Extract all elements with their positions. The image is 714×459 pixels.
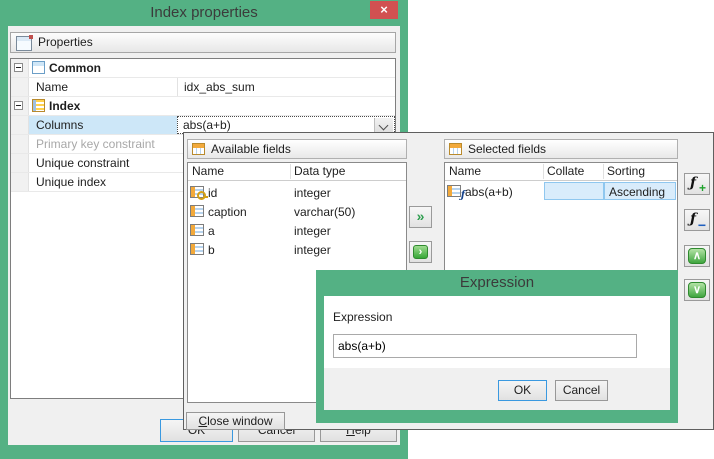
properties-header-bar: Properties <box>10 32 396 53</box>
arrow-down-icon: ∨ <box>688 282 706 298</box>
property-row-name[interactable]: Name idx_abs_sum <box>11 78 395 97</box>
move-down-button[interactable]: ∨ <box>684 279 710 301</box>
available-list-header: Name Data type <box>188 163 406 181</box>
property-name: Unique index <box>36 175 106 189</box>
expression-dialog: Expression Expression OK Cancel <box>316 270 678 423</box>
table-icon <box>192 143 205 155</box>
function-icon: ƒ <box>690 175 696 191</box>
arrow-right-icon: › <box>413 245 428 259</box>
selected-fields-header: Selected fields <box>444 139 678 159</box>
column-header-name: Name <box>192 164 224 178</box>
table-icon <box>190 205 204 217</box>
collapse-toggle[interactable] <box>14 63 23 72</box>
category-row-common[interactable]: Common <box>11 59 395 78</box>
close-window-button[interactable]: Close window <box>186 412 285 430</box>
chevron-down-icon <box>379 121 389 131</box>
list-item-a[interactable]: a integer <box>188 221 406 240</box>
list-item-caption[interactable]: caption varchar(50) <box>188 202 406 221</box>
column-header-collate: Collate <box>547 164 584 178</box>
expression-ok-button[interactable]: OK <box>498 380 547 401</box>
list-item-id[interactable]: id integer <box>188 183 406 202</box>
table-icon <box>449 143 462 155</box>
expression-footer: OK Cancel <box>324 368 670 410</box>
category-label: Common <box>49 61 101 75</box>
move-one-right-button[interactable]: › <box>409 241 432 263</box>
plus-icon: + <box>699 183 706 193</box>
double-arrow-right-icon: » <box>417 208 425 224</box>
category-label: Index <box>49 99 80 113</box>
common-section-icon <box>32 61 45 74</box>
property-name: Unique constraint <box>36 156 129 170</box>
category-row-index[interactable]: Index <box>11 97 395 116</box>
arrow-up-icon: ∧ <box>688 248 706 264</box>
expression-dialog-title: Expression <box>316 270 678 296</box>
available-fields-header: Available fields <box>187 139 407 159</box>
column-header-sorting: Sorting <box>607 164 645 178</box>
add-expression-button[interactable]: ƒ + <box>684 173 710 195</box>
property-value[interactable]: idx_abs_sum <box>177 78 395 96</box>
move-up-button[interactable]: ∧ <box>684 245 710 267</box>
property-name: Columns <box>36 118 83 132</box>
property-name: Primary key constraint <box>36 137 155 151</box>
selected-row-expression[interactable]: ƒ abs(a+b) Ascending <box>445 182 677 201</box>
edit-expression-button[interactable]: ƒ − <box>684 209 710 231</box>
expression-client-area: Expression OK Cancel <box>324 296 670 410</box>
expression-label: Expression <box>333 310 392 324</box>
minus-icon: − <box>698 220 706 230</box>
collapse-toggle[interactable] <box>14 101 23 110</box>
combo-dropdown-button[interactable] <box>374 118 393 132</box>
sorting-cell[interactable]: Ascending <box>604 182 676 200</box>
function-icon: ƒ <box>690 211 696 227</box>
properties-header-label: Properties <box>38 33 93 52</box>
column-header-name: Name <box>449 164 481 178</box>
index-section-icon <box>32 99 45 112</box>
table-icon <box>190 224 204 236</box>
column-header-datatype: Data type <box>294 164 345 178</box>
close-icon[interactable]: × <box>370 1 398 19</box>
expression-cancel-button[interactable]: Cancel <box>555 380 608 401</box>
table-key-icon <box>190 186 204 198</box>
table-function-icon: ƒ <box>447 185 461 197</box>
selected-list-header: Name Collate Sorting <box>445 163 677 181</box>
collate-cell[interactable] <box>544 182 604 200</box>
property-name: Name <box>36 80 68 94</box>
table-icon <box>190 243 204 255</box>
list-item-b[interactable]: b integer <box>188 240 406 259</box>
move-all-right-button[interactable]: » <box>409 206 432 228</box>
properties-icon <box>16 36 32 51</box>
expression-input[interactable] <box>333 334 637 358</box>
dialog-title: Index properties <box>0 0 408 26</box>
